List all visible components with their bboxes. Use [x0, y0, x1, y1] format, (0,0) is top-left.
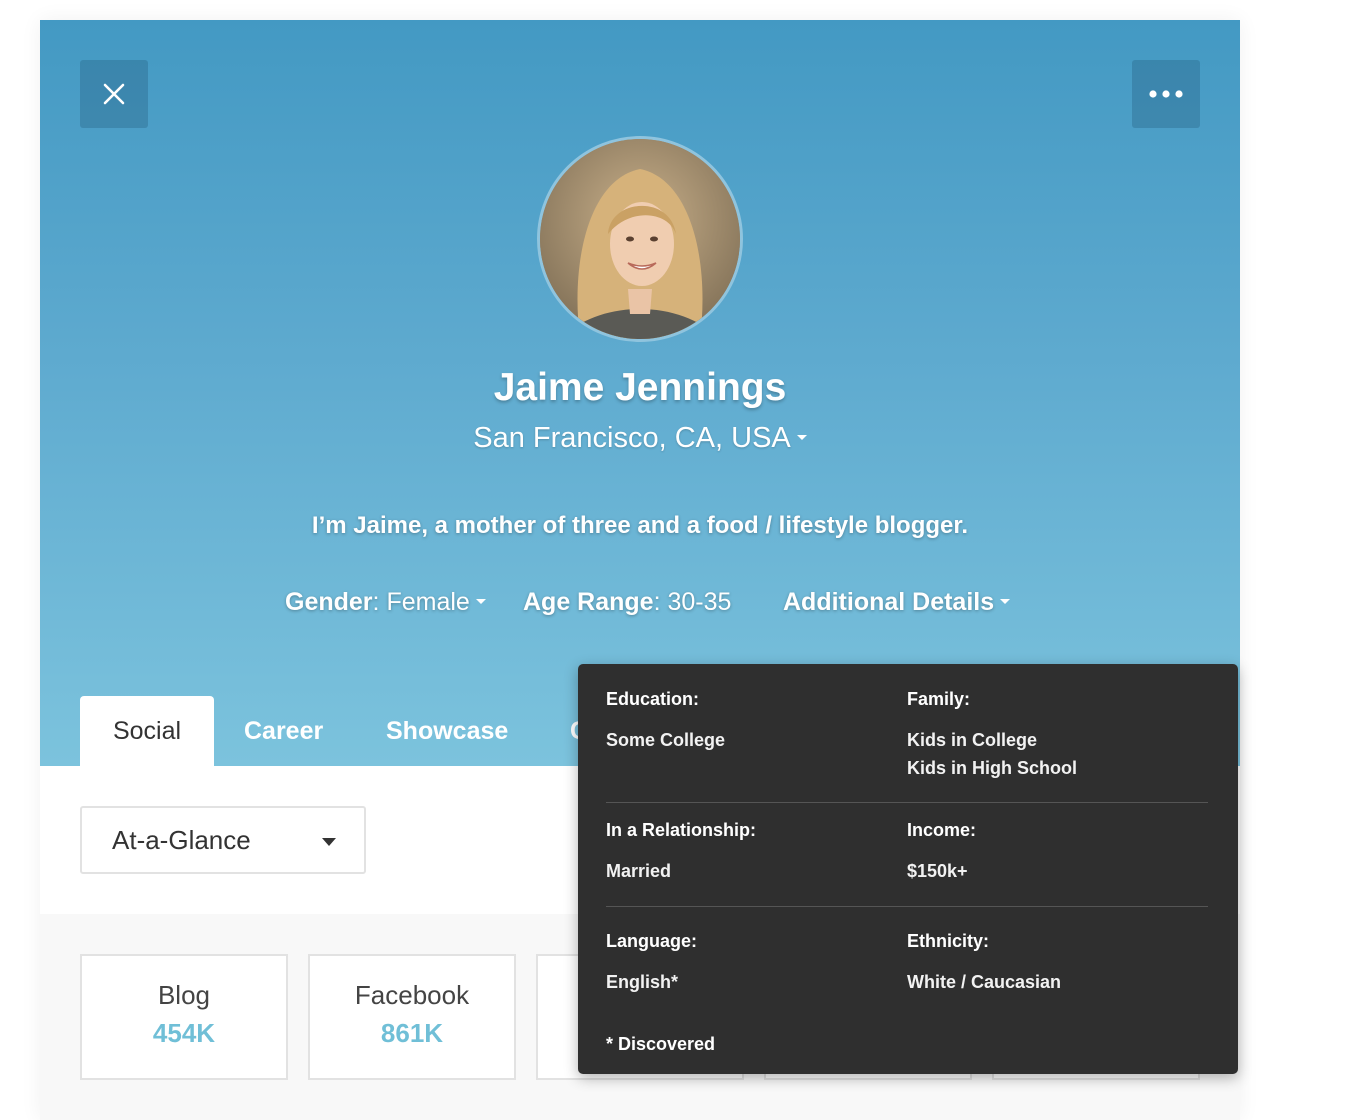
more-horizontal-icon — [1149, 90, 1183, 98]
field-label: Family: — [907, 689, 971, 709]
divider — [606, 906, 1208, 907]
gender-dropdown[interactable]: Gender: Female — [285, 588, 486, 617]
family-field: Family: Kids in College Kids in High Sch… — [907, 688, 1207, 782]
tab-showcase[interactable]: Showcase — [386, 696, 508, 766]
field-value: $150k+ — [907, 861, 968, 881]
view-select-value: At-a-Glance — [112, 825, 251, 855]
divider — [606, 802, 1208, 803]
additional-details-popover: Education: Some College Family: Kids in … — [578, 664, 1238, 1074]
avatar-photo — [540, 139, 740, 339]
stat-card-facebook[interactable]: Facebook 861K — [308, 954, 516, 1080]
chevron-down-icon — [1000, 598, 1011, 604]
additional-details-label: Additional Details — [783, 588, 995, 616]
field-label: Ethnicity: — [907, 931, 990, 951]
field-label: Income: — [907, 820, 977, 840]
age-label: Age Range — [523, 588, 654, 616]
field-label: Language: — [606, 931, 698, 951]
avatar — [537, 136, 743, 342]
profile-header: Jaime Jennings San Francisco, CA, USA I’… — [40, 20, 1240, 766]
tab-career[interactable]: Career — [244, 696, 323, 766]
stat-value: 861K — [380, 1018, 444, 1048]
age-value: 30-35 — [667, 588, 732, 616]
field-label: In a Relationship: — [606, 820, 757, 840]
stat-label: Facebook — [354, 980, 470, 1010]
field-value: Kids in College — [907, 730, 1038, 750]
education-field: Education: Some College — [606, 688, 906, 754]
relationship-field: In a Relationship: Married — [606, 819, 906, 885]
tab-social[interactable]: Social — [80, 696, 214, 766]
close-button[interactable] — [80, 60, 148, 128]
profile-name: Jaime Jennings — [493, 366, 787, 409]
close-icon — [103, 83, 125, 105]
location-dropdown[interactable]: San Francisco, CA, USA — [40, 422, 1240, 455]
field-value: English* — [606, 972, 679, 992]
stat-value: 454K — [152, 1018, 216, 1048]
stat-card-blog[interactable]: Blog 454K — [80, 954, 288, 1080]
stat-label: Blog — [157, 980, 211, 1010]
field-value: White / Caucasian — [907, 972, 1062, 992]
ethnicity-field: Ethnicity: White / Caucasian — [907, 930, 1207, 996]
field-value: Married — [606, 861, 672, 881]
language-field: Language: English* — [606, 930, 906, 996]
age-range: Age Range: 30-35 — [523, 588, 732, 616]
chevron-down-icon — [322, 838, 336, 846]
chevron-down-icon — [796, 434, 807, 440]
field-value: Kids in High School — [907, 758, 1077, 778]
more-options-button[interactable] — [1132, 60, 1200, 128]
location-text: San Francisco, CA, USA — [473, 422, 791, 454]
gender-label: Gender — [285, 588, 373, 616]
chevron-down-icon — [475, 598, 486, 604]
view-select[interactable]: At-a-Glance — [80, 806, 366, 874]
gender-value: Female — [386, 588, 470, 616]
field-label: Education: — [606, 689, 699, 709]
income-field: Income: $150k+ — [907, 819, 1207, 885]
profile-bio: I’m Jaime, a mother of three and a food … — [311, 512, 969, 539]
discovered-footnote: * Discovered — [606, 1034, 716, 1054]
field-value: Some College — [606, 730, 726, 750]
additional-details-dropdown[interactable]: Additional Details — [783, 588, 1011, 617]
